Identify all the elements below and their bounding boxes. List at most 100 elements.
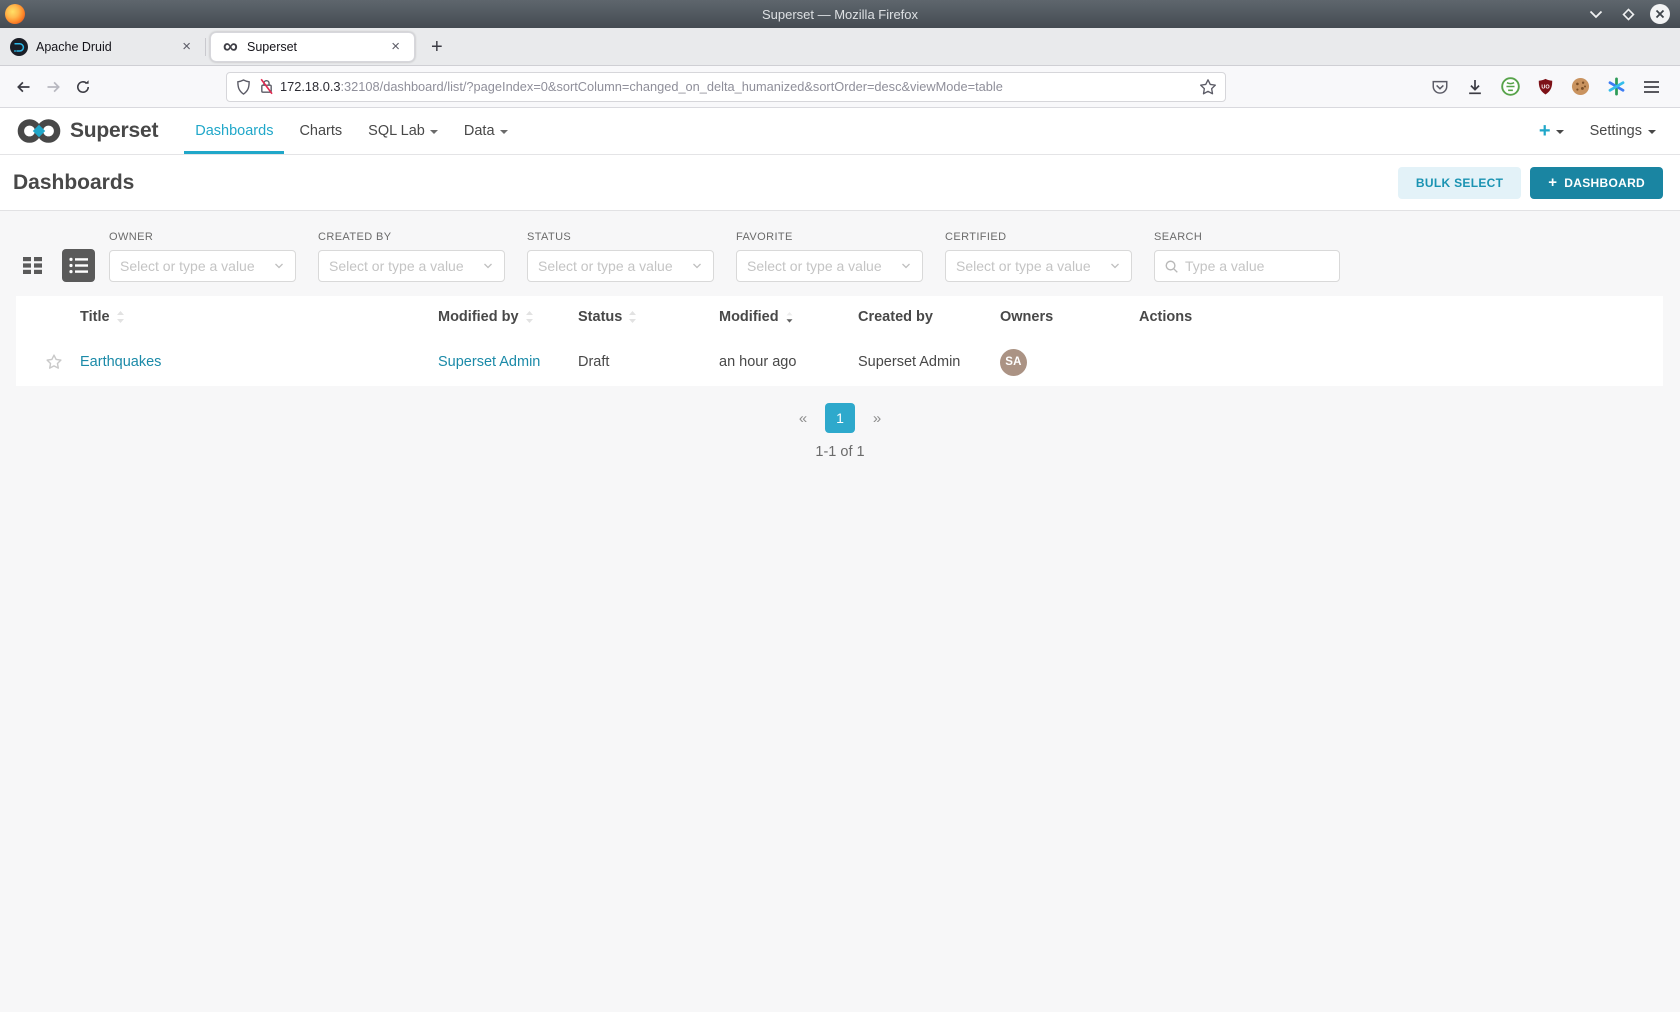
tab-strip: Apache Druid × ∞ Superset × + (0, 28, 1680, 66)
favorite-select[interactable]: Select or type a value (736, 250, 923, 282)
reload-icon[interactable] (68, 72, 98, 102)
column-modified[interactable]: Modified (719, 296, 858, 338)
column-label: Owners (1000, 309, 1054, 325)
maximize-icon[interactable] (1618, 4, 1638, 24)
nav-data[interactable]: Data (451, 108, 521, 154)
svg-text:UO: UO (1541, 84, 1550, 90)
ublock-icon[interactable]: UO (1537, 78, 1554, 96)
shield-icon[interactable] (235, 78, 252, 96)
sort-desc-icon (786, 312, 793, 323)
main-nav: Dashboards Charts SQL Lab Data (182, 108, 520, 154)
select-placeholder: Select or type a value (538, 258, 673, 274)
nav-label: Dashboards (195, 123, 274, 139)
row-actions (1139, 338, 1663, 386)
page-title: Dashboards (13, 170, 135, 194)
nav-label: Data (463, 123, 495, 139)
card-view-toggle[interactable] (16, 249, 49, 282)
window-title: Superset — Mozilla Firefox (761, 6, 919, 22)
dashboard-title-link[interactable]: Earthquakes (80, 354, 161, 370)
search-icon (1165, 260, 1178, 273)
tab-close-icon[interactable]: × (178, 38, 195, 55)
status-select[interactable]: Select or type a value (527, 250, 714, 282)
chevron-down-icon (484, 263, 492, 269)
column-title[interactable]: Title (80, 296, 438, 338)
created-by-value: Superset Admin (858, 354, 961, 370)
filter-label: OWNER (109, 231, 154, 243)
favorite-star-icon[interactable] (44, 352, 64, 372)
tab-apache-druid[interactable]: Apache Druid × (0, 28, 205, 66)
settings-menu[interactable]: Settings (1590, 123, 1656, 139)
url-host: 172.18.0.3 (280, 79, 341, 94)
minimize-icon[interactable] (1586, 4, 1606, 24)
filter-favorite: FAVORITE Select or type a value (736, 231, 923, 282)
tab-label: Apache Druid (36, 39, 112, 54)
column-label: Modified (719, 309, 779, 325)
settings-label: Settings (1589, 123, 1642, 139)
chevron-down-icon (693, 263, 701, 269)
nav-sql-lab[interactable]: SQL Lab (355, 108, 451, 154)
chevron-down-icon (1648, 130, 1656, 134)
filter-label: CREATED BY (318, 231, 392, 243)
tab-close-icon[interactable]: × (387, 38, 404, 55)
column-modified-by[interactable]: Modified by (438, 296, 578, 338)
nav-label: Charts (299, 123, 343, 139)
certified-select[interactable]: Select or type a value (945, 250, 1132, 282)
downloads-icon[interactable] (1466, 78, 1484, 96)
filter-created-by: CREATED BY Select or type a value (318, 231, 505, 282)
table-header-row: Title Modified by Status Modified Create… (16, 296, 1663, 338)
chevron-down-icon (429, 130, 438, 134)
column-owners: Owners (1000, 296, 1139, 338)
owner-select[interactable]: Select or type a value (109, 250, 296, 282)
dashboards-table: Title Modified by Status Modified Create… (16, 296, 1663, 386)
column-label: Status (578, 309, 623, 325)
chevron-down-icon (275, 263, 283, 269)
add-dashboard-label: DASHBOARD (1564, 175, 1645, 190)
list-icon (69, 257, 88, 274)
page-1-button[interactable]: 1 (825, 403, 855, 433)
container-asterisk-icon[interactable] (1607, 77, 1626, 96)
cookie-icon[interactable] (1571, 77, 1590, 96)
pagination: « 1 » (0, 403, 1680, 433)
filter-label: STATUS (527, 231, 572, 243)
filter-label: FAVORITE (736, 231, 793, 243)
add-dashboard-button[interactable]: + DASHBOARD (1530, 166, 1663, 199)
back-icon[interactable] (8, 72, 38, 102)
list-view-toggle[interactable] (62, 249, 95, 282)
bulk-select-button[interactable]: BULK SELECT (1397, 166, 1522, 199)
privacy-badger-icon[interactable] (1501, 77, 1520, 96)
superset-logo[interactable]: Superset (16, 108, 158, 154)
tab-superset[interactable]: ∞ Superset × (210, 31, 415, 62)
owner-avatar[interactable]: SA (1000, 348, 1027, 376)
select-placeholder: Select or type a value (747, 258, 882, 274)
created-by-select[interactable]: Select or type a value (318, 250, 505, 282)
prev-page-button[interactable]: « (788, 403, 818, 433)
pocket-icon[interactable] (1431, 78, 1449, 96)
column-label: Created by (858, 309, 933, 325)
chevron-down-icon (1111, 263, 1119, 269)
column-status[interactable]: Status (578, 296, 719, 338)
forward-icon[interactable] (38, 72, 68, 102)
close-icon[interactable] (1650, 4, 1670, 24)
favorite-column-header (16, 296, 80, 338)
next-page-button[interactable]: » (862, 403, 892, 433)
druid-favicon-icon (10, 37, 28, 56)
nav-label: SQL Lab (368, 123, 425, 139)
chevron-down-icon (499, 130, 508, 134)
url-bar[interactable]: 172.18.0.3:32108/dashboard/list/?pageInd… (226, 71, 1226, 102)
superset-navbar: Superset Dashboards Charts SQL Lab Data … (0, 108, 1680, 155)
new-item-menu[interactable]: + (1539, 121, 1564, 141)
menu-hamburger-icon[interactable] (1643, 80, 1660, 94)
column-created-by[interactable]: Created by (858, 296, 1000, 338)
nav-charts[interactable]: Charts (286, 108, 355, 154)
bookmark-star-icon[interactable] (1199, 78, 1217, 96)
nav-dashboards[interactable]: Dashboards (182, 108, 286, 154)
insecure-lock-icon[interactable] (259, 78, 274, 95)
filter-search: SEARCH (1154, 231, 1341, 282)
url-text[interactable]: 172.18.0.3:32108/dashboard/list/?pageInd… (280, 79, 1199, 94)
modified-by-link[interactable]: Superset Admin (438, 354, 540, 370)
table-row: Earthquakes Superset Admin Draft an hour… (16, 338, 1663, 386)
page-header: Dashboards BULK SELECT + DASHBOARD (0, 155, 1680, 211)
search-input[interactable] (1185, 258, 1330, 274)
sort-icon (525, 311, 533, 323)
new-tab-button[interactable]: + (419, 37, 455, 57)
